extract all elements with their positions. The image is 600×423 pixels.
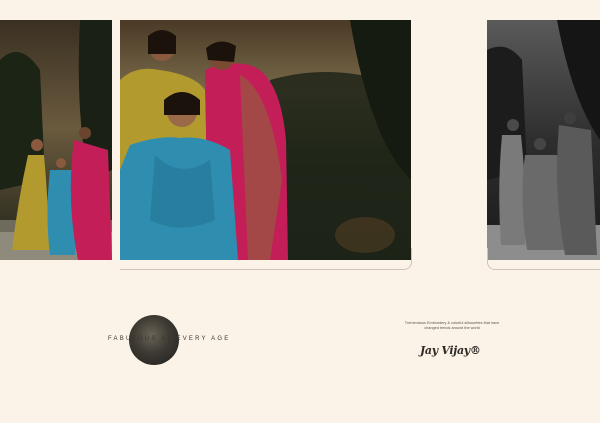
lookbook-photo-left — [0, 20, 112, 260]
photo-frame-line-right — [487, 248, 600, 270]
brand-description: Tremendous Embroidery & colorful silhoue… — [404, 321, 500, 330]
tagline-text: FABULOUS AT EVERY AGE — [108, 336, 231, 342]
brand-logo: Jay Vijay® — [420, 344, 481, 357]
lookbook-photo-right — [487, 20, 600, 260]
lookbook-photo-center — [120, 20, 411, 260]
photo-frame-line-center — [120, 248, 412, 270]
